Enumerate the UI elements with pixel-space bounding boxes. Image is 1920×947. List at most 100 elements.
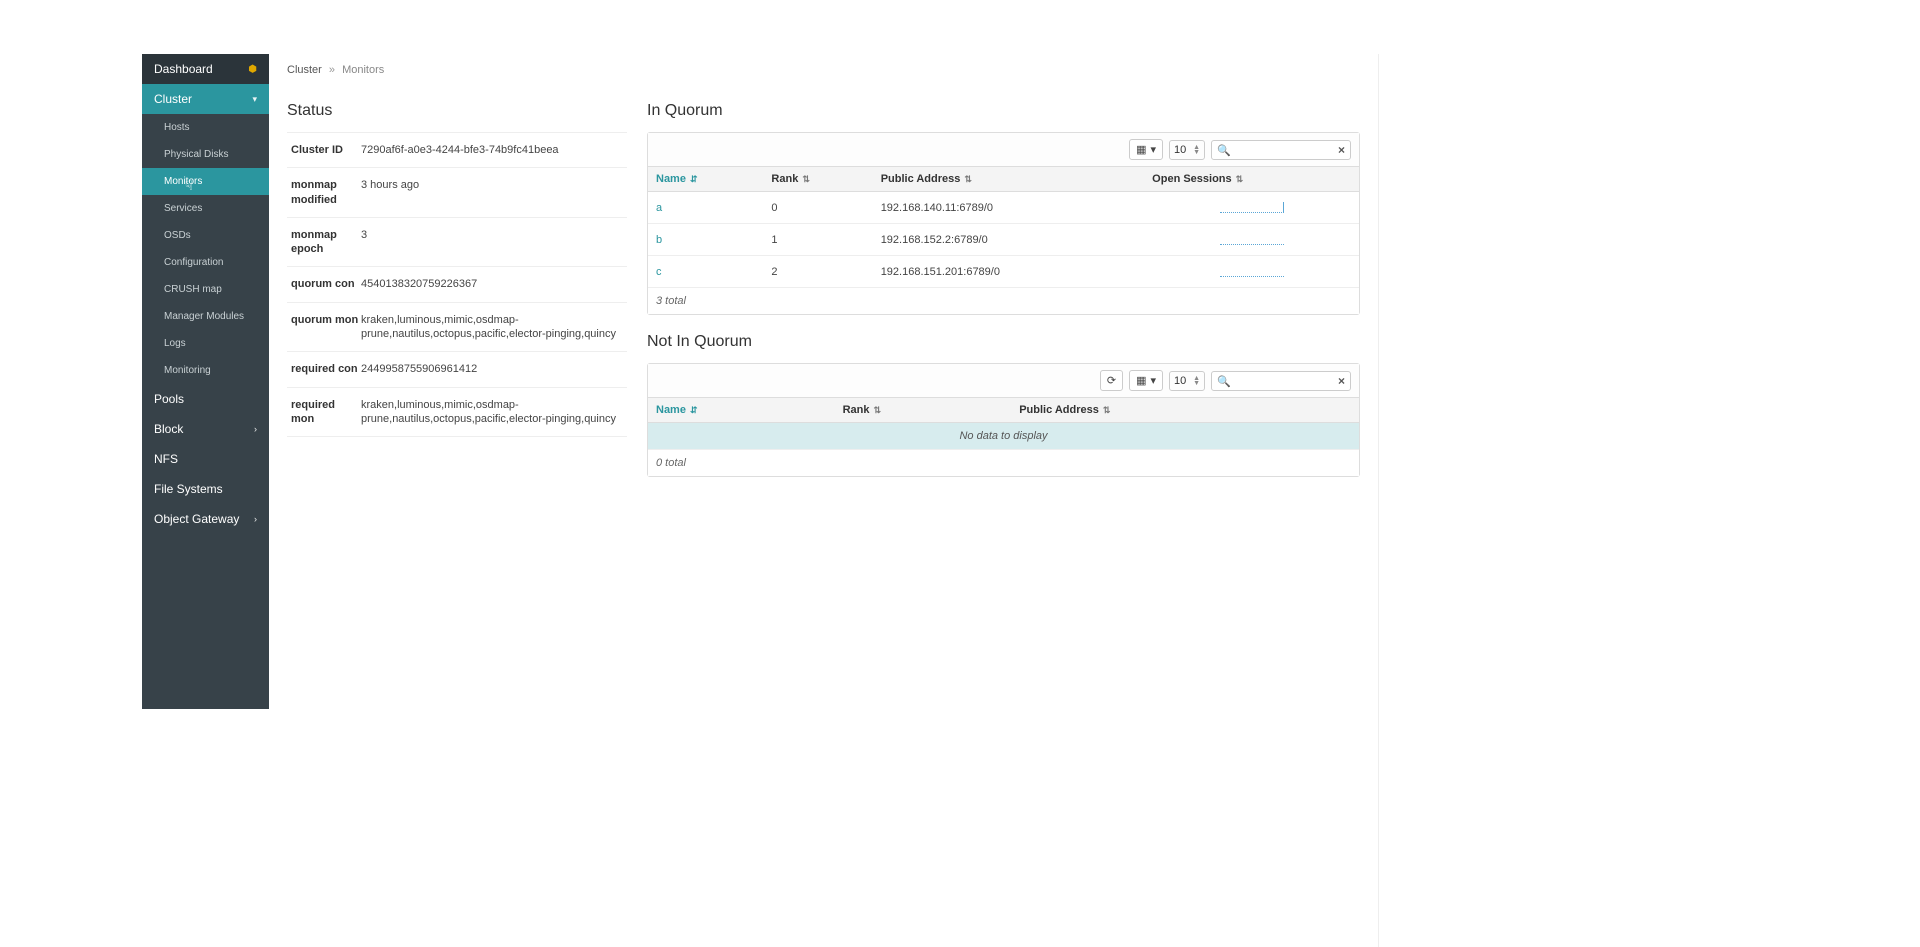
caret-down-icon: ▾ xyxy=(1150,143,1156,156)
col-label: Rank xyxy=(843,404,870,416)
col-label: Open Sessions xyxy=(1152,173,1231,185)
status-row: monmap modified3 hours ago xyxy=(287,168,627,218)
empty-row: No data to display xyxy=(648,423,1359,450)
col-public-address[interactable]: Public Address⇅ xyxy=(873,167,1144,192)
table-footer: 3 total xyxy=(648,288,1359,315)
refresh-icon: ⟳ xyxy=(1107,374,1116,387)
main-content: Cluster » Monitors Status Cluster ID7290… xyxy=(269,54,1379,947)
mon-name-link[interactable]: b xyxy=(648,224,763,256)
sidebar-item-label: Configuration xyxy=(164,257,223,268)
sidebar-item-label: Monitors xyxy=(164,176,202,187)
status-row: required con2449958755906961412 xyxy=(287,352,627,387)
sort-icon: ⇅ xyxy=(964,174,972,184)
caret-down-icon: ▾ xyxy=(1150,374,1156,387)
status-key: required con xyxy=(291,362,361,376)
mon-name-link[interactable]: c xyxy=(648,256,763,288)
search-wrap: 🔍 × xyxy=(1211,140,1351,160)
in-quorum-table: Name⇵ Rank⇅ Public Address⇅ Open Session… xyxy=(648,167,1359,314)
status-key: Cluster ID xyxy=(291,143,361,157)
spinner-icon: ▲▼ xyxy=(1193,376,1200,386)
sidebar-item-label: Manager Modules xyxy=(164,311,244,322)
col-open-sessions[interactable]: Open Sessions⇅ xyxy=(1144,167,1359,192)
sidebar-item-label: OSDs xyxy=(164,230,191,241)
table-row: c 2 192.168.151.201:6789/0 xyxy=(648,256,1359,288)
sidebar-item-monitoring[interactable]: Monitoring xyxy=(142,357,269,384)
clear-icon[interactable]: × xyxy=(1338,143,1345,157)
page-size-input[interactable]: 10 ▲▼ xyxy=(1169,140,1205,160)
grid-icon: ▦ xyxy=(1136,143,1146,156)
page-size-input[interactable]: 10 ▲▼ xyxy=(1169,371,1205,391)
chevron-right-icon: › xyxy=(254,514,257,524)
sidebar-pools[interactable]: Pools xyxy=(142,384,269,414)
sidebar-item-crush-map[interactable]: CRUSH map xyxy=(142,276,269,303)
search-input[interactable] xyxy=(1211,140,1351,160)
sidebar-item-label: Pools xyxy=(154,392,184,406)
sidebar-object-gateway[interactable]: Object Gateway › xyxy=(142,504,269,534)
status-value: 2449958755906961412 xyxy=(361,362,623,376)
columns-toggle-button[interactable]: ▦ ▾ xyxy=(1129,139,1163,160)
sidebar-item-configuration[interactable]: Configuration xyxy=(142,249,269,276)
search-input[interactable] xyxy=(1211,371,1351,391)
sort-icon: ⇅ xyxy=(802,174,810,184)
col-label: Name xyxy=(656,173,686,185)
refresh-button[interactable]: ⟳ xyxy=(1100,370,1123,391)
sidebar-nfs[interactable]: NFS xyxy=(142,444,269,474)
not-in-quorum-title: Not In Quorum xyxy=(647,333,1360,351)
col-label: Public Address xyxy=(881,173,961,185)
status-row: monmap epoch3 xyxy=(287,218,627,268)
sidebar-item-hosts[interactable]: Hosts xyxy=(142,114,269,141)
in-quorum-title: In Quorum xyxy=(647,102,1360,120)
sparkline-icon xyxy=(1220,199,1284,213)
in-quorum-toolbar: ▦ ▾ 10 ▲▼ 🔍 × xyxy=(648,133,1359,167)
status-key: required mon xyxy=(291,398,361,427)
status-row: quorum con4540138320759226367 xyxy=(287,267,627,302)
status-key: quorum con xyxy=(291,277,361,291)
sidebar-item-label: File Systems xyxy=(154,482,223,496)
breadcrumb: Cluster » Monitors xyxy=(287,64,1360,76)
not-in-quorum-toolbar: ⟳ ▦ ▾ 10 ▲▼ 🔍 × xyxy=(648,364,1359,398)
sidebar-item-label: CRUSH map xyxy=(164,284,222,295)
status-value: kraken,luminous,mimic,osdmap-prune,nauti… xyxy=(361,313,623,342)
chevron-right-icon: › xyxy=(254,424,257,434)
sort-asc-icon: ⇵ xyxy=(690,405,698,415)
col-name[interactable]: Name⇵ xyxy=(648,167,763,192)
sidebar-item-physical-disks[interactable]: Physical Disks xyxy=(142,141,269,168)
col-rank[interactable]: Rank⇅ xyxy=(835,398,1012,423)
search-icon: 🔍 xyxy=(1217,144,1231,157)
clear-icon[interactable]: × xyxy=(1338,374,1345,388)
columns-toggle-button[interactable]: ▦ ▾ xyxy=(1129,370,1163,391)
mon-address: 192.168.140.11:6789/0 xyxy=(873,192,1144,224)
breadcrumb-root[interactable]: Cluster xyxy=(287,64,322,76)
sidebar-item-logs[interactable]: Logs xyxy=(142,330,269,357)
not-in-quorum-table: Name⇵ Rank⇅ Public Address⇅ No data to d… xyxy=(648,398,1359,476)
sidebar-item-label: Services xyxy=(164,203,202,214)
sidebar-block[interactable]: Block › xyxy=(142,414,269,444)
grid-icon: ▦ xyxy=(1136,374,1146,387)
empty-message: No data to display xyxy=(648,423,1359,450)
mon-rank: 0 xyxy=(763,192,872,224)
mon-name-link[interactable]: a xyxy=(648,192,763,224)
status-table: Cluster ID7290af6f-a0e3-4244-bfe3-74b9fc… xyxy=(287,132,627,437)
sidebar-item-osds[interactable]: OSDs xyxy=(142,222,269,249)
sidebar-item-services[interactable]: Services xyxy=(142,195,269,222)
col-public-address[interactable]: Public Address⇅ xyxy=(1011,398,1359,423)
col-rank[interactable]: Rank ⇅ xyxy=(763,167,872,192)
sidebar-cluster[interactable]: Cluster ▾ xyxy=(142,84,269,114)
sidebar-dashboard-label: Dashboard xyxy=(154,62,213,76)
sidebar-item-manager-modules[interactable]: Manager Modules xyxy=(142,303,269,330)
mon-sessions-spark xyxy=(1144,224,1359,256)
table-total: 3 total xyxy=(648,288,1359,315)
sidebar-file-systems[interactable]: File Systems xyxy=(142,474,269,504)
sparkline-icon xyxy=(1220,231,1284,245)
mon-sessions-spark xyxy=(1144,192,1359,224)
col-name[interactable]: Name⇵ xyxy=(648,398,835,423)
sort-icon: ⇅ xyxy=(873,405,881,415)
ceph-logo-icon: ⬢ xyxy=(248,64,257,75)
table-row: a 0 192.168.140.11:6789/0 xyxy=(648,192,1359,224)
status-row: quorum monkraken,luminous,mimic,osdmap-p… xyxy=(287,303,627,353)
status-key: monmap epoch xyxy=(291,228,361,257)
in-quorum-panel: ▦ ▾ 10 ▲▼ 🔍 × xyxy=(647,132,1360,315)
col-label: Rank xyxy=(771,173,798,185)
sidebar-item-monitors[interactable]: Monitors xyxy=(142,168,269,195)
sidebar-dashboard[interactable]: Dashboard ⬢ xyxy=(142,54,269,84)
